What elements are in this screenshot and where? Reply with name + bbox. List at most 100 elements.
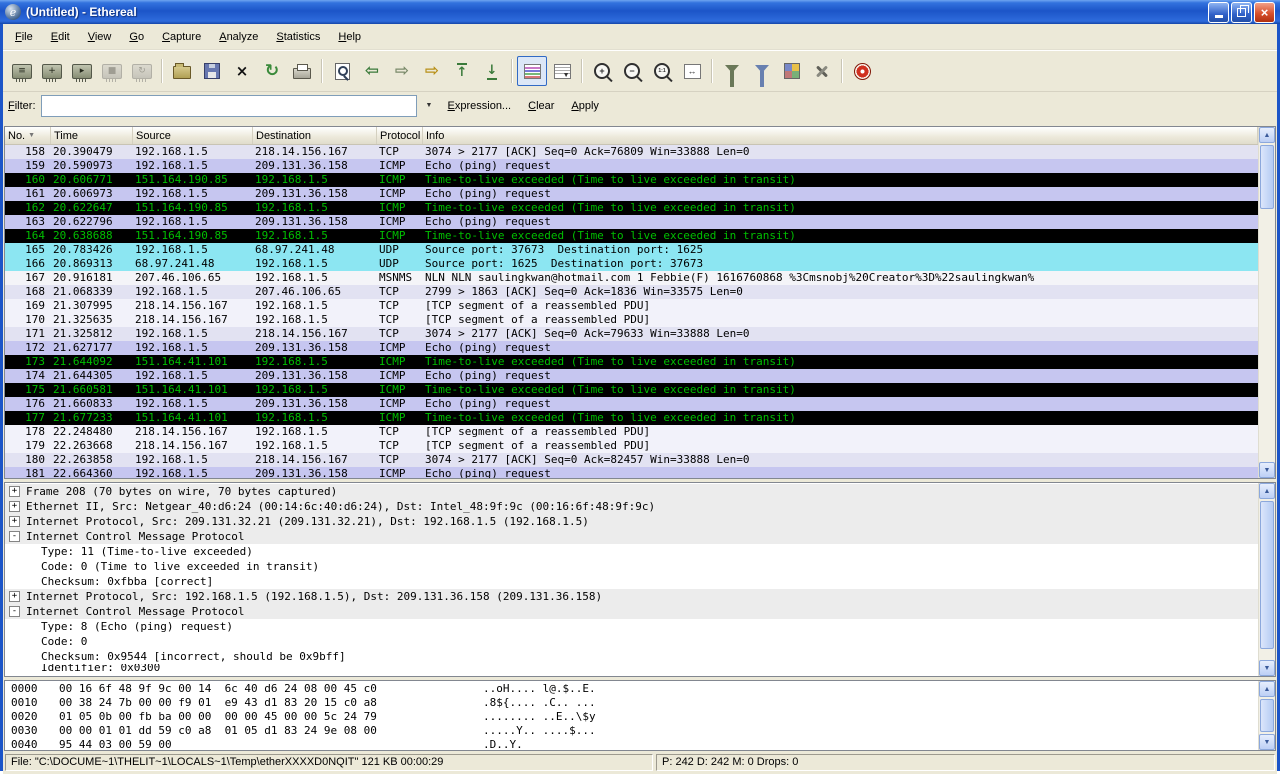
go-forward-button[interactable]: ⇨ <box>387 56 417 86</box>
expander-icon[interactable]: + <box>9 501 20 512</box>
filter-input[interactable] <box>41 95 417 117</box>
scroll-up-icon[interactable]: ▲ <box>1259 483 1275 499</box>
packet-row[interactable]: 173 21.644092 151.164.41.101 192.168.1.5… <box>5 355 1258 369</box>
clear-filter-button[interactable]: Clear <box>522 97 560 115</box>
detail-scrollbar[interactable]: ▲ ▼ <box>1258 483 1275 676</box>
packet-row[interactable]: 166 20.869313 68.97.241.48 192.168.1.5 U… <box>5 257 1258 271</box>
column-header-time[interactable]: Time <box>51 127 133 144</box>
hex-row[interactable]: 0030 00 00 01 01 dd 59 c0 a8 01 05 d1 83… <box>11 724 1258 738</box>
expander-icon[interactable]: + <box>9 486 20 497</box>
packet-row[interactable]: 170 21.325635 218.14.156.167 192.168.1.5… <box>5 313 1258 327</box>
hex-row[interactable]: 0040 95 44 03 00 59 00 .D..Y. <box>11 738 1258 750</box>
go-to-top-button[interactable]: ↑ <box>447 56 477 86</box>
capture-stop-button[interactable]: ■ <box>97 56 127 86</box>
capture-interfaces-button[interactable]: ≡ <box>7 56 37 86</box>
detail-row[interactable]: Type: 8 (Echo (ping) request) <box>5 619 1258 634</box>
column-header-source[interactable]: Source <box>133 127 253 144</box>
capture-options-button[interactable]: + <box>37 56 67 86</box>
hex-scrollbar[interactable]: ▲ ▼ <box>1258 681 1275 750</box>
packet-row[interactable]: 169 21.307995 218.14.156.167 192.168.1.5… <box>5 299 1258 313</box>
reload-button[interactable]: ↻ <box>257 56 287 86</box>
detail-row[interactable]: - Internet Control Message Protocol <box>5 604 1258 619</box>
close-capture-button[interactable]: × <box>227 56 257 86</box>
scroll-up-icon[interactable]: ▲ <box>1259 127 1275 143</box>
menu-analyze[interactable]: Analyze <box>210 28 267 46</box>
menu-help[interactable]: Help <box>329 28 370 46</box>
hex-row[interactable]: 0000 00 16 6f 48 9f 9c 00 14 6c 40 d6 24… <box>11 682 1258 696</box>
scrollbar-thumb[interactable] <box>1260 699 1274 732</box>
packet-row[interactable]: 176 21.660833 192.168.1.5 209.131.36.158… <box>5 397 1258 411</box>
detail-row[interactable]: + Ethernet II, Src: Netgear_40:d6:24 (00… <box>5 499 1258 514</box>
detail-row[interactable]: Code: 0 (Time to live exceeded in transi… <box>5 559 1258 574</box>
auto-scroll-button[interactable] <box>547 56 577 86</box>
scroll-up-icon[interactable]: ▲ <box>1259 681 1275 697</box>
packet-row[interactable]: 162 20.622647 151.164.190.85 192.168.1.5… <box>5 201 1258 215</box>
menu-view[interactable]: View <box>79 28 121 46</box>
packet-row[interactable]: 179 22.263668 218.14.156.167 192.168.1.5… <box>5 439 1258 453</box>
close-button[interactable]: × <box>1254 2 1275 23</box>
capture-filter-button[interactable] <box>717 56 747 86</box>
resize-columns-button[interactable]: ↔ <box>677 56 707 86</box>
colorize-list-button[interactable] <box>517 56 547 86</box>
help-button[interactable] <box>847 56 877 86</box>
packet-row[interactable]: 171 21.325812 192.168.1.5 218.14.156.167… <box>5 327 1258 341</box>
preferences-button[interactable] <box>807 56 837 86</box>
scrollbar-thumb[interactable] <box>1260 501 1274 649</box>
packet-row[interactable]: 158 20.390479 192.168.1.5 218.14.156.167… <box>5 145 1258 159</box>
packet-row[interactable]: 160 20.606771 151.164.190.85 192.168.1.5… <box>5 173 1258 187</box>
print-button[interactable] <box>287 56 317 86</box>
display-filter-button[interactable] <box>747 56 777 86</box>
save-file-button[interactable] <box>197 56 227 86</box>
coloring-rules-button[interactable] <box>777 56 807 86</box>
detail-row[interactable]: Checksum: 0x9544 [incorrect, should be 0… <box>5 649 1258 664</box>
go-to-bottom-button[interactable]: ↓ <box>477 56 507 86</box>
apply-filter-button[interactable]: Apply <box>565 97 605 115</box>
minimize-button[interactable] <box>1208 2 1229 23</box>
detail-row[interactable]: + Internet Protocol, Src: 209.131.32.21 … <box>5 514 1258 529</box>
zoom-100-button[interactable]: 1:1 <box>647 56 677 86</box>
zoom-in-button[interactable]: + <box>587 56 617 86</box>
scroll-down-icon[interactable]: ▼ <box>1259 660 1275 676</box>
packet-list-scrollbar[interactable]: ▲ ▼ <box>1258 127 1275 478</box>
packet-row[interactable]: 159 20.590973 192.168.1.5 209.131.36.158… <box>5 159 1258 173</box>
column-header-protocol[interactable]: Protocol <box>377 127 423 144</box>
detail-row[interactable]: Identifier: 0x0300 <box>5 664 1258 671</box>
packet-row[interactable]: 181 22.664360 192.168.1.5 209.131.36.158… <box>5 467 1258 478</box>
menu-file[interactable]: File <box>6 28 42 46</box>
detail-row[interactable]: + Frame 208 (70 bytes on wire, 70 bytes … <box>5 484 1258 499</box>
detail-row[interactable]: Type: 11 (Time-to-live exceeded) <box>5 544 1258 559</box>
filter-dropdown-button[interactable]: ▼ <box>422 96 437 116</box>
scroll-down-icon[interactable]: ▼ <box>1259 734 1275 750</box>
packet-row[interactable]: 161 20.606973 192.168.1.5 209.131.36.158… <box>5 187 1258 201</box>
expression-button[interactable]: Expression... <box>442 97 518 115</box>
scroll-down-icon[interactable]: ▼ <box>1259 462 1275 478</box>
detail-row[interactable]: + Internet Protocol, Src: 192.168.1.5 (1… <box>5 589 1258 604</box>
packet-row[interactable]: 164 20.638688 151.164.190.85 192.168.1.5… <box>5 229 1258 243</box>
column-header-info[interactable]: Info <box>423 127 1258 144</box>
menu-edit[interactable]: Edit <box>42 28 79 46</box>
packet-row[interactable]: 168 21.068339 192.168.1.5 207.46.106.65 … <box>5 285 1258 299</box>
expander-icon[interactable]: - <box>9 606 20 617</box>
expander-icon[interactable]: - <box>9 531 20 542</box>
packet-row[interactable]: 174 21.644305 192.168.1.5 209.131.36.158… <box>5 369 1258 383</box>
detail-row[interactable]: - Internet Control Message Protocol <box>5 529 1258 544</box>
go-back-button[interactable]: ⇦ <box>357 56 387 86</box>
zoom-out-button[interactable]: − <box>617 56 647 86</box>
packet-row[interactable]: 163 20.622796 192.168.1.5 209.131.36.158… <box>5 215 1258 229</box>
column-header-destination[interactable]: Destination <box>253 127 377 144</box>
restore-button[interactable] <box>1231 2 1252 23</box>
packet-row[interactable]: 180 22.263858 192.168.1.5 218.14.156.167… <box>5 453 1258 467</box>
packet-row[interactable]: 177 21.677233 151.164.41.101 192.168.1.5… <box>5 411 1258 425</box>
go-to-packet-button[interactable]: ⇨ <box>417 56 447 86</box>
detail-row[interactable]: Code: 0 <box>5 634 1258 649</box>
column-header-no[interactable]: No.▼ <box>5 127 51 144</box>
hex-row[interactable]: 0020 01 05 0b 00 fb ba 00 00 00 00 45 00… <box>11 710 1258 724</box>
detail-row[interactable]: Checksum: 0xfbba [correct] <box>5 574 1258 589</box>
scrollbar-thumb[interactable] <box>1260 145 1274 209</box>
packet-row[interactable]: 165 20.783426 192.168.1.5 68.97.241.48 U… <box>5 243 1258 257</box>
packet-row[interactable]: 172 21.627177 192.168.1.5 209.131.36.158… <box>5 341 1258 355</box>
expander-icon[interactable]: + <box>9 591 20 602</box>
packet-row[interactable]: 178 22.248480 218.14.156.167 192.168.1.5… <box>5 425 1258 439</box>
packet-row[interactable]: 167 20.916181 207.46.106.65 192.168.1.5 … <box>5 271 1258 285</box>
menu-go[interactable]: Go <box>120 28 153 46</box>
